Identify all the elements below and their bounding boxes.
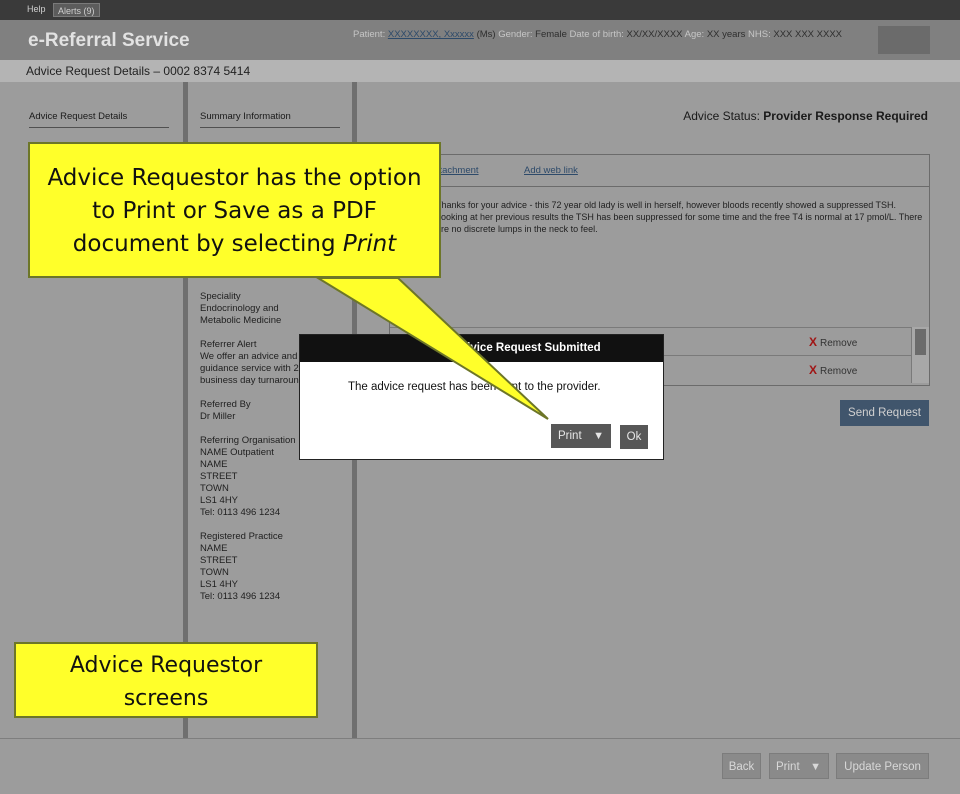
age-label: Age: bbox=[684, 29, 705, 40]
send-request-button[interactable]: Send Request bbox=[840, 400, 929, 426]
x-icon: X bbox=[809, 363, 818, 377]
referring-org-label: Referring Organisation bbox=[200, 435, 296, 446]
referrer-alert-label: Referrer Alert bbox=[200, 339, 257, 350]
nhs-label: NHS: bbox=[748, 29, 771, 40]
referring-org-line: NAME Outpatient bbox=[200, 447, 274, 458]
callout-line: screens bbox=[123, 686, 209, 711]
alerts-button[interactable]: Alerts (9) bbox=[53, 3, 100, 17]
registered-practice-line: TOWN bbox=[200, 567, 229, 578]
registered-practice-block: Registered Practice NAME STREET TOWN LS1… bbox=[200, 531, 283, 603]
screens-callout: Advice Requestor screens bbox=[14, 642, 318, 718]
registered-practice-line: LS1 4HY bbox=[200, 579, 239, 590]
dialog-title: Advice Request Submitted bbox=[455, 342, 601, 354]
age-value: XX years bbox=[706, 29, 746, 40]
dob-value: XX/XX/XXXX bbox=[626, 29, 683, 40]
registered-practice-line: Tel: 0113 496 1234 bbox=[200, 591, 281, 602]
registered-practice-label: Registered Practice bbox=[200, 531, 283, 542]
referrer-alert-line: We offer an advice and bbox=[200, 351, 298, 362]
registered-practice-line: STREET bbox=[200, 555, 238, 566]
specialty-label: Speciality bbox=[200, 291, 241, 302]
x-icon: X bbox=[809, 335, 818, 349]
advice-status-label: Advice Status: bbox=[683, 109, 760, 123]
app-title: e-Referral Service bbox=[28, 30, 190, 51]
back-button[interactable]: Back bbox=[722, 753, 761, 779]
footer-bar: Back Print ▼ Update Person bbox=[0, 738, 960, 794]
remove-button[interactable]: X Remove bbox=[809, 335, 857, 349]
patient-name-link[interactable]: XXXXXXXX, Xxxxxx bbox=[388, 29, 474, 40]
nav-item-advice-request-details[interactable]: Advice Request Details bbox=[29, 111, 169, 128]
specialty-block: Speciality Endocrinology and Metabolic M… bbox=[200, 291, 281, 327]
attachment-toolbar: Add attachment Add web link bbox=[390, 155, 929, 187]
callout-line: Advice Requestor bbox=[69, 653, 263, 678]
gender-label: Gender: bbox=[498, 29, 533, 40]
triangle-down-icon: ▼ bbox=[810, 761, 821, 773]
referring-org-block: Referring Organisation NAME Outpatient N… bbox=[200, 435, 296, 519]
registered-practice-line: NAME bbox=[200, 543, 228, 554]
header-button[interactable] bbox=[878, 26, 930, 54]
top-bar: Help Alerts (9) bbox=[0, 0, 960, 20]
page-title: Advice Request Details – 0002 8374 5414 bbox=[26, 64, 251, 78]
dialog-message: The advice request has been sent to the … bbox=[348, 381, 601, 393]
referrer-alert-line: guidance service with 2 bbox=[200, 363, 299, 374]
attachments-scrollbar[interactable] bbox=[911, 327, 929, 383]
advice-message: Thanks for your advice - this 72 year ol… bbox=[436, 200, 923, 234]
footer-print-button[interactable]: Print ▼ bbox=[769, 753, 829, 779]
advice-status: Advice Status: Provider Response Require… bbox=[683, 109, 928, 123]
patient-label: Patient: bbox=[353, 29, 386, 40]
submitted-dialog: Advice Request Submitted The advice requ… bbox=[299, 334, 664, 460]
summary-title: Summary Information bbox=[200, 111, 340, 128]
patient-title: (Ms) bbox=[476, 29, 496, 40]
referring-org-line: LS1 4HY bbox=[200, 495, 239, 506]
callout-line: to Print or Save as a PDF bbox=[92, 198, 377, 224]
referring-org-line: STREET bbox=[200, 471, 238, 482]
callout-line: Advice Requestor has the option bbox=[47, 165, 422, 191]
dob-label: Date of birth: bbox=[569, 29, 624, 40]
add-web-link[interactable]: Add web link bbox=[524, 165, 578, 176]
advice-status-value: Provider Response Required bbox=[763, 109, 928, 123]
footer-print-label: Print bbox=[776, 761, 800, 773]
referred-by-block: Referred By Dr Miller bbox=[200, 399, 251, 423]
referred-by-label: Referred By bbox=[200, 399, 251, 410]
page-subheader: Advice Request Details – 0002 8374 5414 bbox=[0, 60, 960, 82]
triangle-down-icon: ▼ bbox=[593, 430, 604, 442]
scrollbar-thumb[interactable] bbox=[915, 329, 926, 355]
referring-org-line: TOWN bbox=[200, 483, 229, 494]
update-person-button[interactable]: Update Person bbox=[836, 753, 929, 779]
remove-button[interactable]: X Remove bbox=[809, 363, 857, 377]
referred-by-value: Dr Miller bbox=[200, 411, 236, 422]
specialty-line: Metabolic Medicine bbox=[200, 315, 282, 326]
print-option-callout: Advice Requestor has the option to Print… bbox=[28, 142, 441, 278]
referrer-alert-block: Referrer Alert We offer an advice and gu… bbox=[200, 339, 304, 387]
dialog-print-label: Print bbox=[558, 430, 582, 442]
callout-line: document by selecting Print bbox=[72, 231, 397, 257]
specialty-line: Endocrinology and bbox=[200, 303, 279, 314]
referrer-alert-line: business day turnaround bbox=[200, 375, 305, 386]
help-link[interactable]: Help bbox=[27, 4, 46, 14]
referring-org-line: Tel: 0113 496 1234 bbox=[200, 507, 281, 518]
patient-banner: Patient: XXXXXXXX, Xxxxxx (Ms) Gender: F… bbox=[353, 29, 842, 40]
dialog-ok-button[interactable]: Ok bbox=[620, 425, 648, 449]
referring-org-line: NAME bbox=[200, 459, 228, 470]
nhs-value: XXX XXX XXXX bbox=[773, 29, 843, 40]
gender-value: Female bbox=[535, 29, 567, 40]
dialog-print-button[interactable]: Print ▼ bbox=[551, 424, 611, 448]
app-header: e-Referral Service Patient: XXXXXXXX, Xx… bbox=[0, 20, 960, 60]
